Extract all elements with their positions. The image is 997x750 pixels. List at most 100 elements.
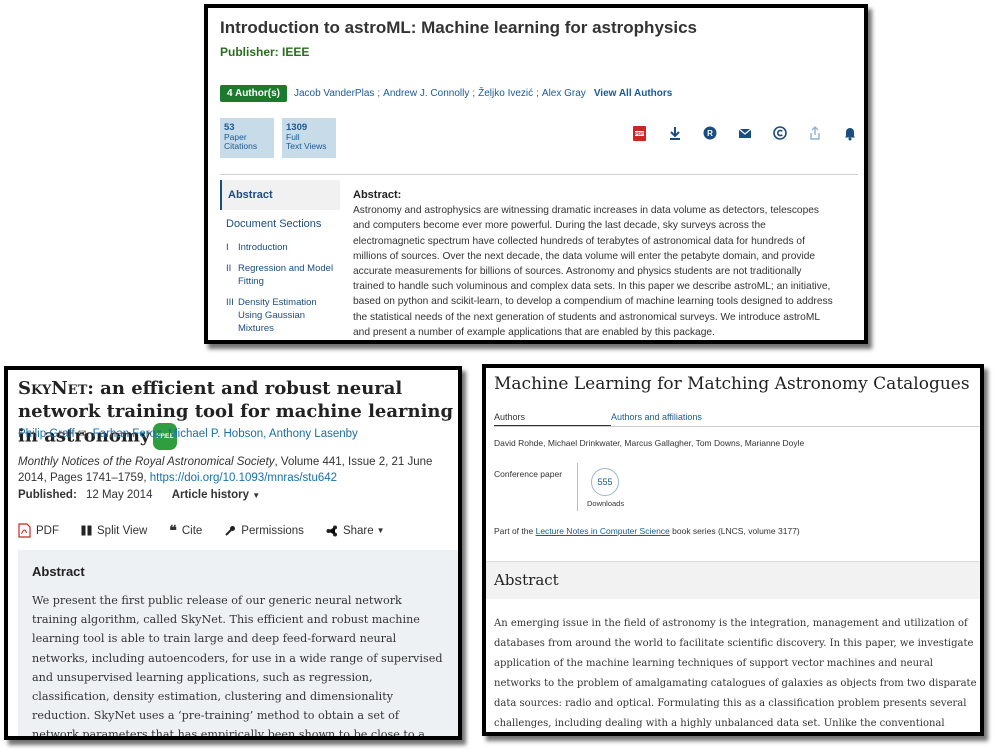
- wrench-icon: [224, 525, 236, 537]
- permissions-button[interactable]: Permissions: [224, 525, 304, 537]
- metric-label: Text Views: [286, 141, 327, 151]
- series-suffix: book series (LNCS, volume 3177): [669, 526, 800, 536]
- download-icon[interactable]: [657, 125, 692, 142]
- section-number: I: [226, 242, 229, 253]
- publisher-label: Publisher: IEEE: [220, 45, 310, 59]
- abstract-heading: Abstract: [32, 564, 85, 579]
- document-sidebar: Abstract Document Sections I Introductio…: [220, 180, 340, 340]
- metrics-divider: [577, 463, 578, 511]
- tab-divider: [494, 426, 980, 427]
- tab-authors-affiliations[interactable]: Authors and affiliations: [611, 412, 702, 426]
- published-date: 12 May 2014: [85, 489, 153, 501]
- author-link[interactable]: Željko Ivezić: [478, 88, 533, 99]
- sidebar-item-regression[interactable]: II Regression and Model Fitting: [220, 259, 340, 293]
- mnras-article-panel: SkyNet: an efficient and robust neural n…: [4, 366, 462, 740]
- section-label: Introduction: [238, 242, 288, 253]
- author-count-badge[interactable]: 4 Author(s): [220, 85, 287, 102]
- abstract-header-band: Abstract: [486, 561, 980, 599]
- author-link[interactable]: Philip Graff: [18, 428, 75, 440]
- downloads-count: 555: [591, 468, 619, 496]
- quote-icon: ❝: [169, 522, 177, 538]
- section-divider: [220, 174, 858, 175]
- article-toolbar: PDF Split View ❝ Cite Permissions Share …: [18, 522, 407, 539]
- author-list: 4 Author(s) Jacob VanderPlas ; Andrew J.…: [220, 85, 672, 102]
- chevron-down-icon: ▼: [252, 491, 261, 500]
- split-view-label: Split View: [97, 524, 148, 537]
- email-icon[interactable]: [727, 125, 762, 142]
- section-label: Regression and Model Fitting: [238, 263, 334, 287]
- downloads-label: Downloads: [587, 499, 625, 508]
- sidebar-section-header: Document Sections: [226, 218, 322, 230]
- section-number: III: [226, 297, 234, 308]
- author-link[interactable]: Andrew J. Connolly: [383, 88, 469, 99]
- author-link[interactable]: Michael P. Hobson: [168, 428, 263, 440]
- pdf-label: PDF: [36, 524, 59, 537]
- published-label: Published:: [18, 489, 77, 501]
- author-link[interactable]: Jacob VanderPlas: [294, 88, 374, 99]
- alert-bell-icon[interactable]: [832, 125, 864, 142]
- abstract-section: Abstract: Astronomy and astrophysics are…: [353, 188, 835, 340]
- ieee-article-panel: Introduction to astroML: Machine learnin…: [204, 4, 868, 344]
- article-history-label: Article history: [171, 489, 250, 501]
- series-prefix: Part of the: [494, 526, 536, 536]
- abstract-text: Astronomy and astrophysics are witnessin…: [353, 205, 833, 338]
- svg-text:R: R: [707, 129, 713, 138]
- article-title: Introduction to astroML: Machine learnin…: [220, 18, 697, 37]
- author-list: David Rohde, Michael Drinkwater, Marcus …: [494, 438, 805, 448]
- author-separator: ;: [472, 88, 476, 99]
- abstract-text: We present the first public release of o…: [32, 594, 443, 740]
- article-history-toggle[interactable]: Article history ▼: [172, 489, 260, 501]
- pdf-button[interactable]: PDF: [18, 523, 59, 538]
- split-view-button[interactable]: Split View: [81, 525, 147, 537]
- section-label: Density Estimation Using Gaussian Mixtur…: [238, 297, 317, 334]
- chevron-down-icon: ▼: [376, 526, 385, 535]
- rights-icon[interactable]: R: [692, 125, 727, 142]
- author-separator: ;: [536, 88, 539, 99]
- share-button[interactable]: Share ▼: [326, 525, 385, 537]
- doi-link[interactable]: https://doi.org/10.1093/mnras/stu642: [150, 472, 337, 484]
- citation-info: Monthly Notices of the Royal Astronomica…: [18, 454, 458, 486]
- abstract-text: An emerging issue in the field of astron…: [494, 618, 977, 729]
- article-title: Machine Learning for Matching Astronomy …: [494, 374, 970, 394]
- content-type-label: Conference paper: [494, 469, 563, 479]
- abstract-heading: Abstract: [494, 571, 559, 589]
- author-link[interactable]: Farhan Feroz: [93, 428, 162, 440]
- series-link[interactable]: Lecture Notes in Computer Science: [536, 526, 670, 536]
- share-label: Share: [342, 524, 374, 537]
- journal-name: Monthly Notices of the Royal Astronomica…: [18, 456, 275, 468]
- series-info: Part of the Lecture Notes in Computer Sc…: [494, 526, 800, 536]
- sidebar-item-density-estimation[interactable]: III Density Estimation Using Gaussian Mi…: [220, 293, 340, 340]
- citations-count: 53: [224, 122, 235, 133]
- cite-button[interactable]: ❝ Cite: [169, 522, 202, 539]
- tab-authors[interactable]: Authors: [494, 412, 611, 426]
- springer-article-panel: Machine Learning for Matching Astronomy …: [482, 364, 984, 736]
- copyright-icon[interactable]: [762, 125, 797, 142]
- views-count: 1309: [286, 122, 308, 133]
- pdf-icon[interactable]: PDF: [622, 125, 657, 142]
- section-number: II: [226, 263, 232, 274]
- split-view-icon: [81, 525, 92, 536]
- publication-info: Published: 12 May 2014 Article history ▼: [18, 489, 260, 501]
- cite-label: Cite: [181, 524, 203, 537]
- author-link[interactable]: Alex Gray: [542, 88, 586, 99]
- author-link[interactable]: Anthony Lasenby: [269, 428, 358, 440]
- share-icon: [326, 525, 338, 537]
- view-all-authors-link[interactable]: View All Authors: [594, 88, 673, 99]
- action-toolbar: PDF R: [622, 125, 864, 142]
- author-list: Philip Graff ✉, Farhan Feroz, Michael P.…: [18, 428, 358, 440]
- full-text-views-metric[interactable]: 1309 Full Text Views: [282, 118, 336, 158]
- metric-label: Citations: [224, 141, 258, 151]
- email-icon[interactable]: ✉: [78, 429, 86, 440]
- permissions-label: Permissions: [241, 524, 304, 537]
- author-tabs: Authors Authors and affiliations: [494, 412, 702, 426]
- share-icon[interactable]: [797, 125, 832, 142]
- title-name: SkyNet: [18, 378, 88, 399]
- pdf-icon: [18, 523, 31, 538]
- sidebar-item-introduction[interactable]: I Introduction: [220, 238, 340, 259]
- paper-citations-metric[interactable]: 53 Paper Citations: [220, 118, 274, 158]
- abstract-section: Abstract We present the first public rel…: [18, 550, 458, 740]
- svg-text:PDF: PDF: [635, 131, 644, 136]
- author-separator: ;: [377, 88, 381, 99]
- sidebar-item-abstract[interactable]: Abstract: [220, 180, 340, 210]
- abstract-heading: Abstract:: [353, 189, 402, 201]
